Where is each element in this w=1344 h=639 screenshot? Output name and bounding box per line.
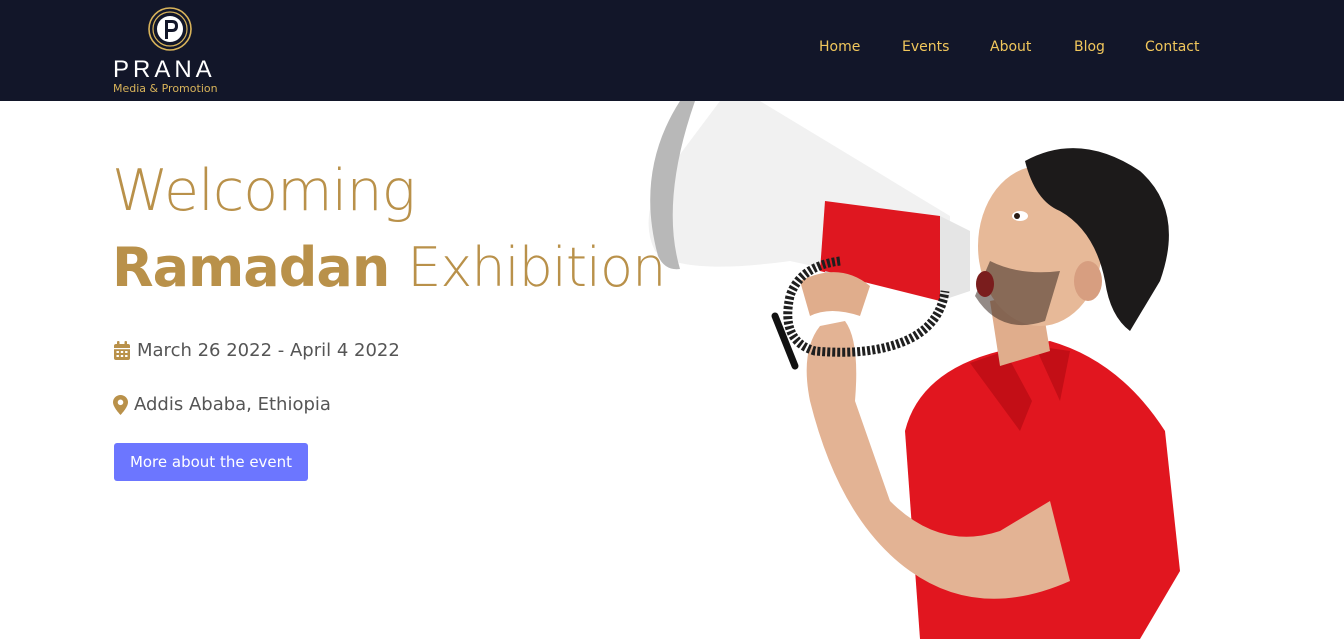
hero-image	[648, 101, 1180, 639]
calendar-icon	[114, 340, 130, 360]
hero-title-light: Exhibition	[407, 236, 666, 299]
nav-link-contact[interactable]: Contact	[1145, 39, 1199, 55]
map-pin-icon	[113, 394, 128, 415]
nav-link-about[interactable]: About	[990, 39, 1031, 55]
site-header: PRANA Media & Promotion Home Events Abou…	[0, 0, 1344, 101]
hero-title-welcoming: Welcoming	[112, 158, 416, 224]
event-location: Addis Ababa, Ethiopia	[113, 394, 331, 415]
hero-title-event: Ramadan Exhibition	[112, 236, 666, 299]
prana-logo-icon	[148, 7, 192, 51]
event-date: March 26 2022 - April 4 2022	[113, 340, 400, 361]
nav-link-events[interactable]: Events	[902, 39, 949, 55]
nav-link-home[interactable]: Home	[819, 39, 860, 55]
brand-name: PRANA	[113, 56, 216, 83]
event-location-text: Addis Ababa, Ethiopia	[134, 394, 331, 415]
more-about-event-button[interactable]: More about the event	[114, 443, 308, 481]
brand-tagline: Media & Promotion	[113, 82, 218, 95]
nav-link-blog[interactable]: Blog	[1074, 39, 1105, 55]
hero-title-bold: Ramadan	[112, 236, 390, 299]
brand-logo[interactable]: PRANA Media & Promotion	[113, 6, 233, 98]
event-date-text: March 26 2022 - April 4 2022	[137, 340, 400, 361]
